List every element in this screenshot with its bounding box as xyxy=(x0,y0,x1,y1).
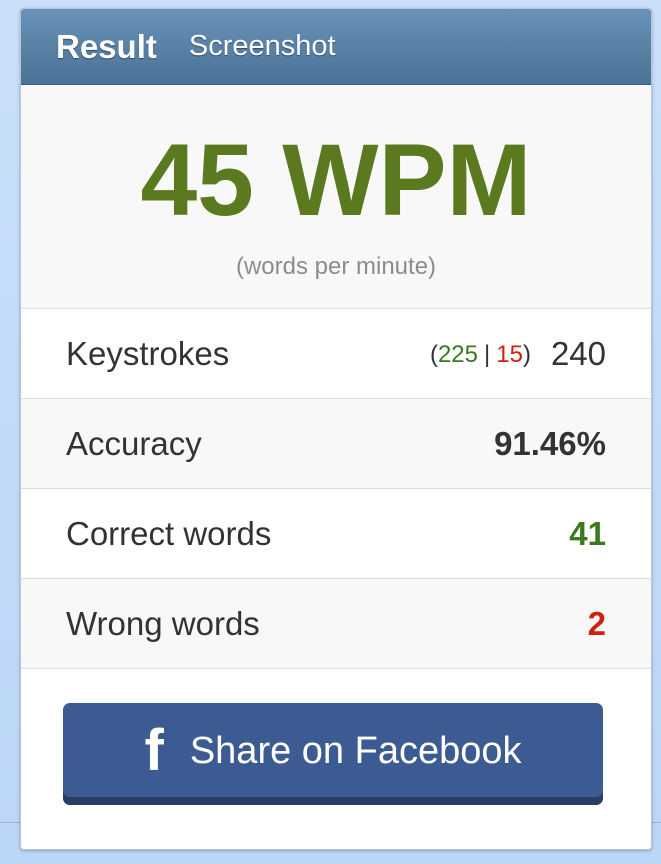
tab-screenshot[interactable]: Screenshot xyxy=(189,30,336,63)
keystrokes-label: Keystrokes xyxy=(66,335,230,372)
wpm-panel: 45 WPM (words per minute) xyxy=(21,85,651,309)
wrong-words-label: Wrong words xyxy=(66,605,260,642)
correct-words-label: Correct words xyxy=(66,515,272,552)
keystrokes-wrong: 15 xyxy=(496,341,523,368)
correct-words-row: Correct words 41 xyxy=(21,489,651,579)
correct-words-value: 41 xyxy=(569,515,606,552)
wrong-words-row: Wrong words 2 xyxy=(21,579,651,669)
keystrokes-row: Keystrokes (225 | 15) 240 xyxy=(21,309,651,399)
facebook-icon: f xyxy=(144,718,164,783)
wpm-caption: (words per minute) xyxy=(235,253,437,280)
share-facebook-label: Share on Facebook xyxy=(189,729,522,772)
wpm-value: 45 WPM xyxy=(140,123,532,237)
accuracy-value: 91.46% xyxy=(494,425,606,462)
keystrokes-breakdown: (225 | 15) xyxy=(429,341,531,368)
result-card: Result Screenshot 45 WPM (words per minu… xyxy=(20,8,652,850)
accuracy-label: Accuracy xyxy=(66,425,202,462)
keystrokes-correct: 225 xyxy=(437,341,478,368)
keystrokes-total: 240 xyxy=(550,335,606,372)
wrong-words-value: 2 xyxy=(587,605,606,642)
tab-result[interactable]: Result xyxy=(56,28,157,66)
result-header: Result Screenshot xyxy=(21,9,651,85)
share-facebook-button[interactable]: f Share on Facebook xyxy=(63,703,603,805)
keystrokes-value: (225 | 15) 240 xyxy=(430,309,606,399)
accuracy-row: Accuracy 91.46% xyxy=(21,399,651,489)
